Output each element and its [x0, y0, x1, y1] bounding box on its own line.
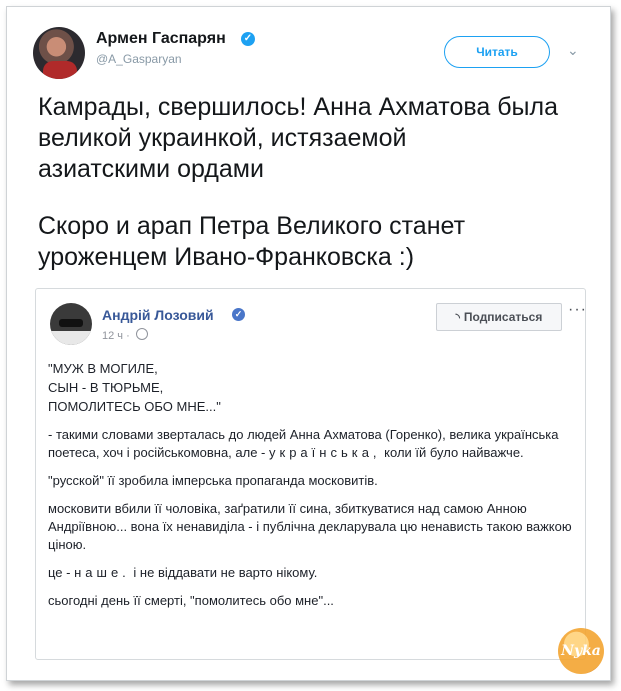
paragraph-text: коли їй було найважче. — [384, 445, 524, 460]
quote-line: СЫН - В ТЮРЬМЕ, — [48, 380, 164, 395]
embed-post-time: 12 ч · — [102, 328, 148, 342]
spaced-word: українська, — [269, 445, 381, 460]
tweet-line: уроженцем Ивано-Франковска :) — [38, 243, 415, 271]
post-paragraph: сьогодні день її смерті, "помолитесь обо… — [48, 593, 334, 608]
embed-author-avatar[interactable] — [50, 303, 92, 345]
author-handle[interactable]: @A_Gasparyan — [96, 52, 182, 66]
chevron-down-icon[interactable]: ⌄ — [567, 42, 579, 59]
quote-block: "МУЖ В МОГИЛЕ, СЫН - В ТЮРЬМЕ, ПОМОЛИТЕС… — [48, 359, 576, 416]
paragraph-text: це - — [48, 565, 71, 580]
follow-button[interactable]: Читать — [444, 36, 550, 68]
post-paragraph: московити вбили її чоловіка, заґратили ї… — [48, 501, 572, 552]
post-paragraph: "русской" її зробила імперська пропаганд… — [48, 473, 378, 488]
post-paragraph: - такими словами зверталась до людей Анн… — [48, 426, 576, 462]
more-options-icon[interactable]: ··· — [568, 301, 587, 319]
embedded-facebook-post[interactable]: Андрій Лозовий ✓ 12 ч · ◝ Подписаться ···… — [35, 288, 586, 660]
site-watermark-logo: Nyka — [558, 628, 604, 674]
paragraph-text: і не віддавати не варто нікому. — [133, 565, 318, 580]
embed-post-body: "МУЖ В МОГИЛЕ, СЫН - В ТЮРЬМЕ, ПОМОЛИТЕС… — [48, 359, 576, 620]
author-name[interactable]: Армен Гаспарян — [96, 30, 226, 48]
verified-badge-icon: ✓ — [241, 32, 255, 46]
tweet-line: великой украинкой, истязаемой — [38, 124, 407, 152]
tweet-line: азиатскими ордами — [38, 155, 264, 183]
quote-line: ПОМОЛИТЕСЬ ОБО МНЕ..." — [48, 399, 221, 414]
spaced-word: наше. — [74, 565, 130, 580]
quote-line: "МУЖ В МОГИЛЕ, — [48, 361, 158, 376]
tweet-line: Камрады, свершилось! Анна Ахматова была — [38, 93, 558, 121]
tweet-text: Камрады, свершилось! Анна Ахматова была … — [38, 92, 593, 273]
embed-author-name[interactable]: Андрій Лозовий — [102, 307, 214, 323]
author-avatar[interactable] — [33, 27, 85, 79]
subscribe-label: Подписаться — [463, 310, 543, 324]
embed-time-text[interactable]: 12 ч — [102, 330, 123, 342]
tweet-line: Скоро и арап Петра Великого станет — [38, 212, 466, 240]
globe-icon — [135, 328, 148, 340]
rss-icon: ◝ — [455, 312, 460, 324]
post-paragraph: це - наше. і не віддавати не варто ніком… — [48, 564, 576, 582]
subscribe-button[interactable]: ◝ Подписаться — [436, 303, 562, 331]
verified-badge-icon: ✓ — [232, 308, 245, 321]
